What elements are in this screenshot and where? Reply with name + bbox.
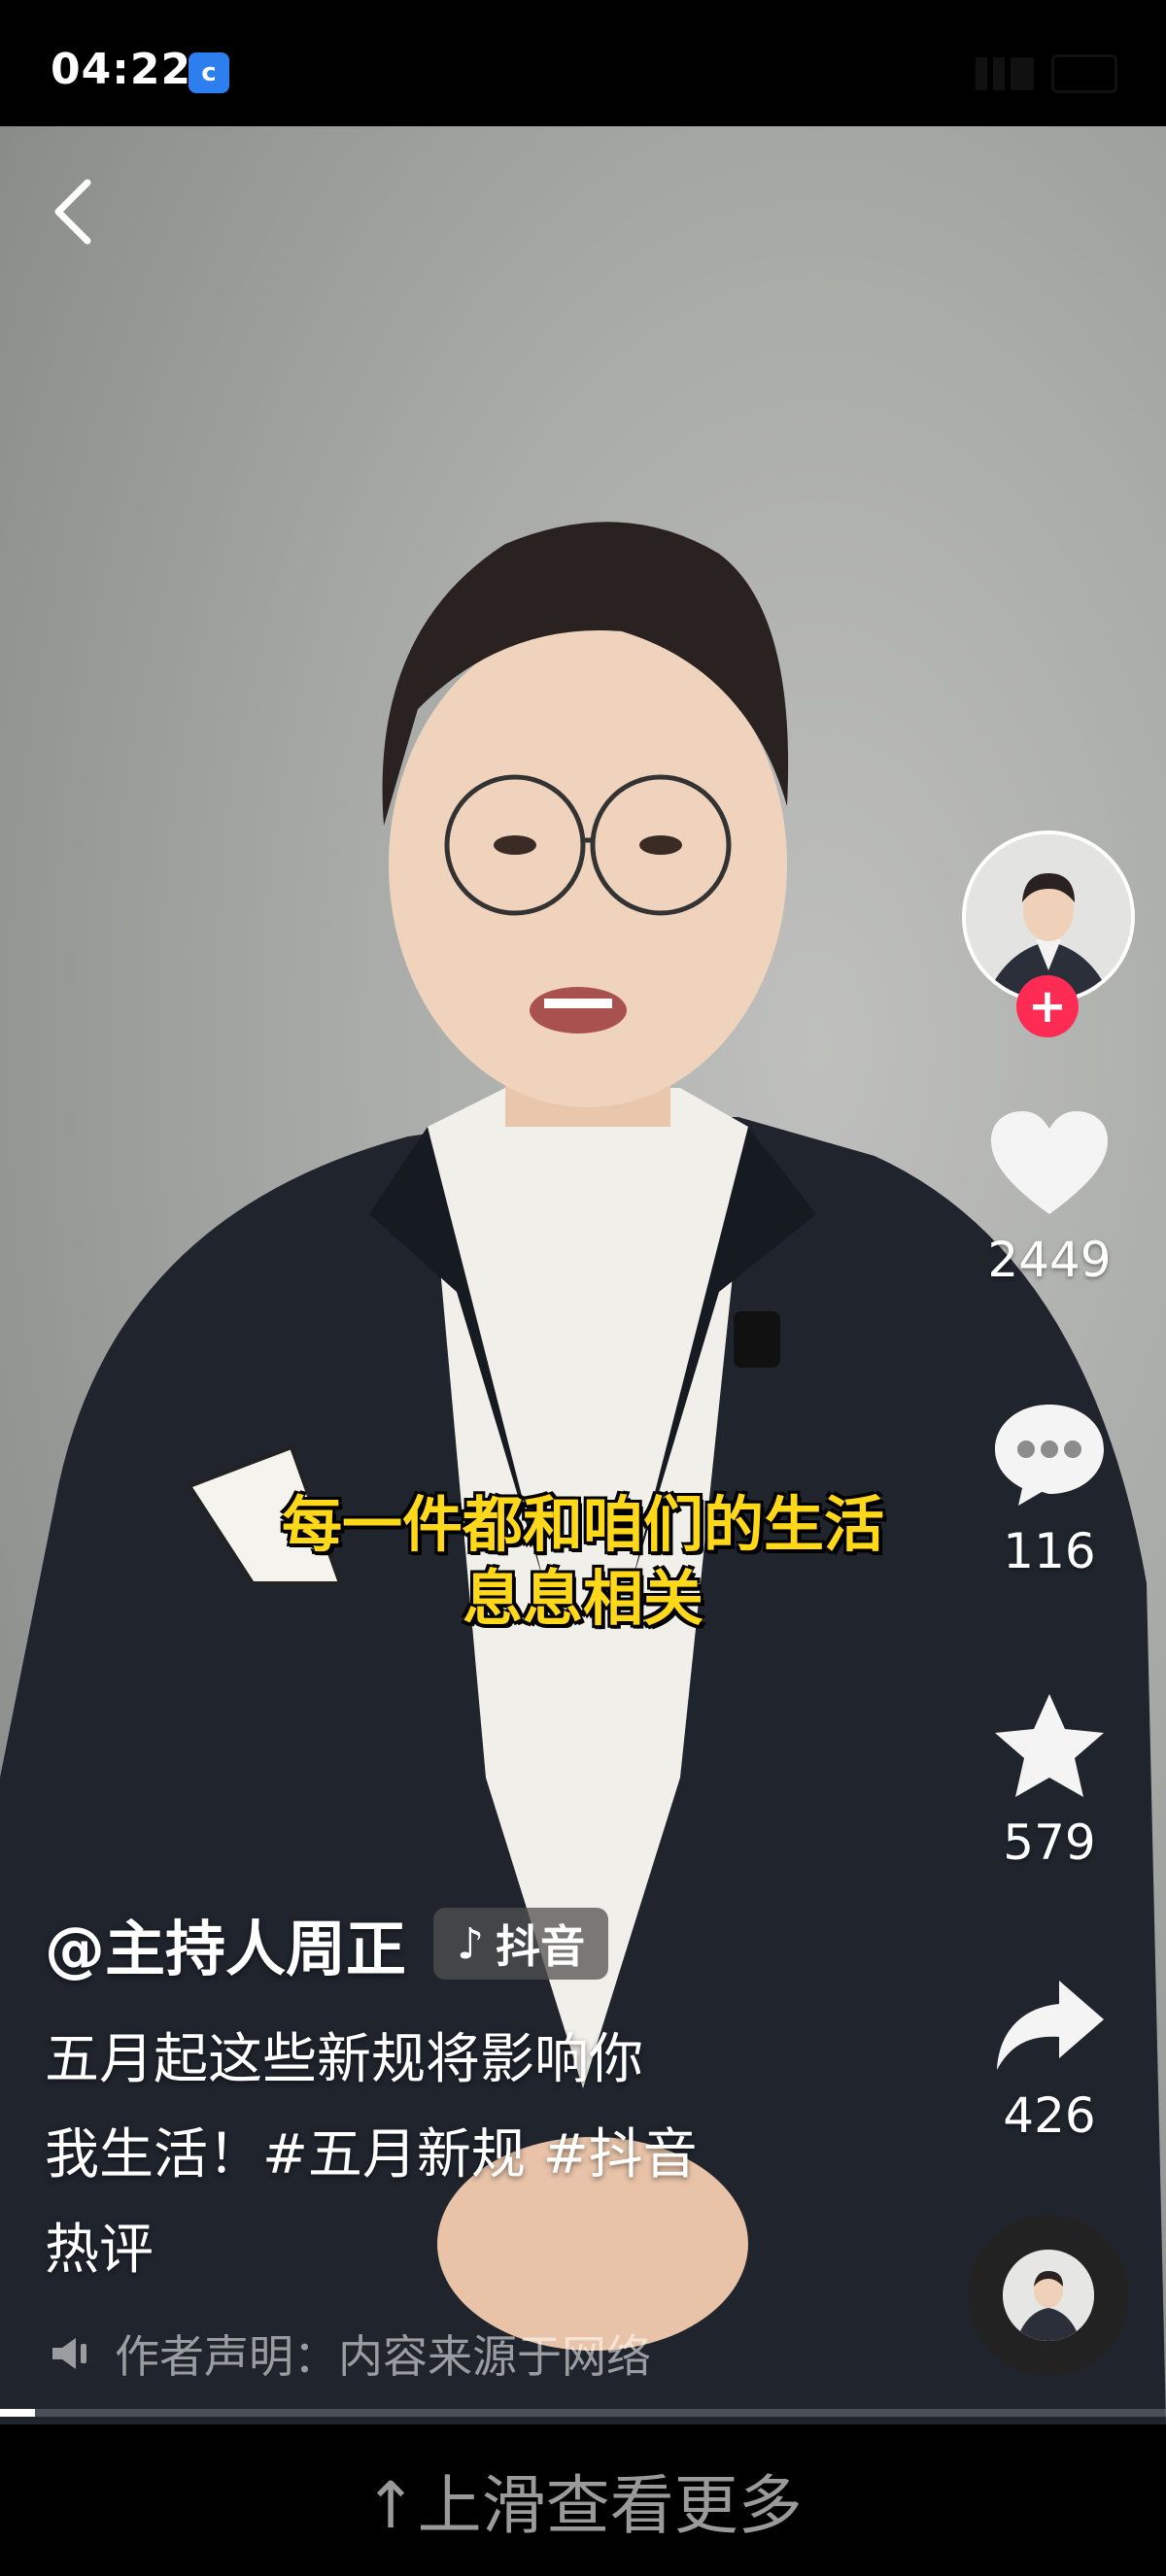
tiktok-note-icon: ♪ <box>457 1918 485 1969</box>
star-icon <box>995 1694 1104 1797</box>
heart-icon <box>991 1111 1108 1214</box>
playback-progress-fill <box>0 2409 35 2417</box>
status-indicators <box>976 54 1117 93</box>
like-button[interactable]: 2449 <box>972 1107 1127 1288</box>
share-icon <box>997 1981 1104 2070</box>
comment-count: 116 <box>1003 1523 1096 1579</box>
share-count: 426 <box>1003 2087 1096 2144</box>
battery-icon <box>1051 54 1117 93</box>
status-time: 04:22 <box>51 45 192 94</box>
music-disc-button[interactable] <box>968 2215 1129 2376</box>
favorite-count: 579 <box>1003 1814 1096 1871</box>
swipe-up-hint[interactable]: ↑上滑查看更多 <box>363 2454 802 2547</box>
author-row: @主持人周正 ♪ 抖音 <box>45 1900 609 1987</box>
favorite-button[interactable]: 579 <box>972 1690 1127 1871</box>
author-declaration: 作者声明：内容来源于网络 <box>49 2322 651 2386</box>
declaration-text: 作者声明：内容来源于网络 <box>115 2330 651 2383</box>
music-disc-icon <box>1003 2250 1094 2341</box>
signal-icon <box>976 57 1034 90</box>
browser-app-icon: c <box>189 52 229 93</box>
description-line-3: 热评 <box>45 2219 154 2282</box>
follow-button[interactable]: + <box>1016 975 1079 1037</box>
video-description[interactable]: 五月起这些新规将影响你 我生活！#五月新规 #抖音 热评 <box>45 2013 841 2298</box>
plus-icon: + <box>1027 979 1068 1034</box>
platform-tag-label: 抖音 <box>496 1920 586 1973</box>
description-line-2: 我生活！#五月新规 #抖音 <box>45 2123 698 2186</box>
description-line-1: 五月起这些新规将影响你 <box>45 2028 643 2091</box>
author-handle[interactable]: @主持人周正 <box>45 1900 406 1987</box>
share-button[interactable]: 426 <box>972 1977 1127 2144</box>
comment-icon <box>995 1405 1104 1506</box>
comment-button[interactable]: 116 <box>972 1399 1127 1579</box>
back-icon <box>54 179 91 245</box>
like-count: 2449 <box>987 1232 1112 1288</box>
speaker-icon <box>52 2338 86 2369</box>
playback-progress-bar[interactable] <box>0 2409 1166 2417</box>
bottom-bar: ↑上滑查看更多 <box>0 2424 1166 2576</box>
back-button[interactable] <box>45 173 103 251</box>
platform-tag[interactable]: ♪ 抖音 <box>433 1908 609 1980</box>
status-bar: 04:22 c <box>0 0 1166 126</box>
